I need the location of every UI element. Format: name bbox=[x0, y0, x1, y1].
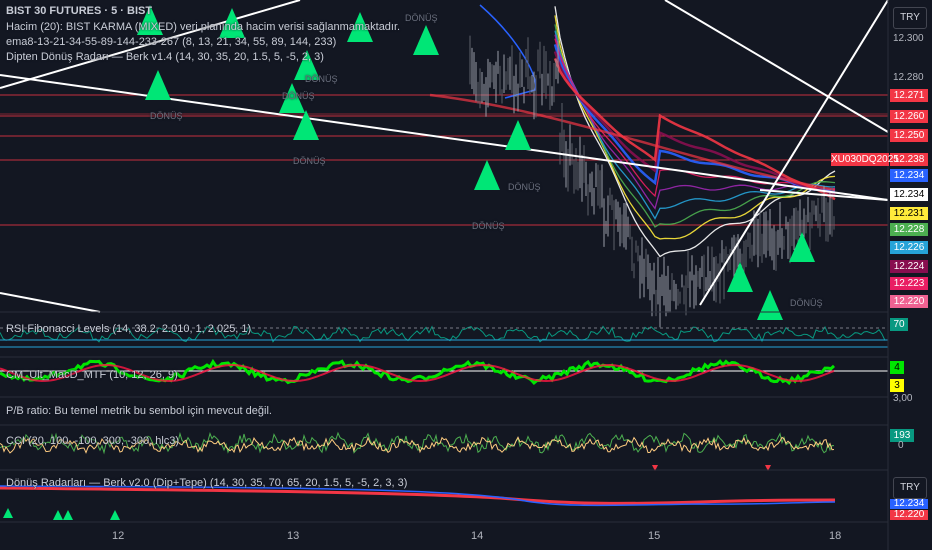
price-tag: 12.223 bbox=[890, 277, 928, 290]
buy-triangle-icon bbox=[789, 232, 815, 262]
ema-line bbox=[554, 30, 836, 220]
buy-triangle-icon bbox=[727, 262, 753, 292]
price-tag: 12.234 bbox=[890, 188, 928, 201]
legend-pb[interactable]: P/B ratio: Bu temel metrik bu sembol içi… bbox=[6, 405, 272, 418]
symbol-title[interactable]: BIST 30 FUTURES · 5 · BIST bbox=[6, 5, 152, 18]
time-axis-tick: 12 bbox=[112, 530, 125, 542]
buy-triangle-icon bbox=[145, 70, 171, 100]
indicator-panes bbox=[0, 325, 888, 520]
radar-triangle-icon bbox=[110, 510, 120, 520]
signal-label: DÖNÜŞ bbox=[282, 91, 315, 101]
price-tag: 12.220 bbox=[890, 295, 928, 308]
signal-label: DÖNÜŞ bbox=[472, 221, 505, 231]
price-axis-label: 12.280 bbox=[893, 72, 924, 83]
price-tag: 12.271 bbox=[890, 89, 928, 102]
trend-line bbox=[0, 74, 889, 201]
price-tag: 12.226 bbox=[890, 241, 928, 254]
legend-ema[interactable]: ema8-13-21-34-55-89-144-233-267 (8, 13, … bbox=[6, 36, 336, 49]
signal-label: DÖNÜŞ bbox=[293, 156, 326, 166]
ema-ribbon bbox=[429, 4, 836, 258]
legend-rsi[interactable]: RSI Fibonacci Levels (14, 38.2, 2.010, 1… bbox=[6, 323, 251, 336]
currency-button-lower[interactable]: TRY bbox=[893, 477, 927, 499]
legend-donus-radar[interactable]: Dönüş Radarları — Berk v2.0 (Dip+Tepe) (… bbox=[6, 477, 407, 490]
donus-value-tag: 12.220 bbox=[890, 510, 928, 520]
price-tag: 12.234 bbox=[890, 169, 928, 182]
currency-button[interactable]: TRY bbox=[893, 7, 927, 29]
rsi-value-tag: 70 bbox=[890, 318, 908, 331]
time-axis-tick: 15 bbox=[648, 530, 661, 542]
buy-triangle-icon bbox=[413, 25, 439, 55]
buy-triangle-icon bbox=[474, 160, 500, 190]
legend-volume[interactable]: Hacim (20): BIST KARMA (MIXED) veri plan… bbox=[6, 21, 400, 34]
price-tag: 12.260 bbox=[890, 110, 928, 123]
cci-axis-label: 0 bbox=[898, 440, 904, 451]
chart-canvas[interactable] bbox=[0, 0, 932, 550]
legend-dipten-donus[interactable]: Dipten Dönüş Radarı — Berk v1.4 (14, 30,… bbox=[6, 51, 324, 64]
trend-line bbox=[664, 0, 889, 133]
signal-label: DÖNÜŞ bbox=[150, 111, 183, 121]
price-axis-label: 12.300 bbox=[893, 33, 924, 44]
price-tag: 12.231 bbox=[890, 207, 928, 220]
ema-line bbox=[554, 15, 836, 240]
signal-label: DÖNÜŞ bbox=[790, 298, 823, 308]
time-axis-tick: 14 bbox=[471, 530, 484, 542]
signal-label: DÖNÜŞ bbox=[305, 74, 338, 84]
legend-macd[interactable]: CM_Ult_MacD_MTF (10, 12, 26, 9) bbox=[6, 369, 178, 382]
radar-triangle-icon bbox=[3, 508, 13, 518]
symbol-price-tag: XU030DQ2025 bbox=[831, 153, 899, 166]
buy-triangle-icon bbox=[505, 120, 531, 150]
macd-value-tag: 3 bbox=[890, 379, 904, 392]
donus-value-tag: 12.234 bbox=[890, 499, 928, 509]
time-axis-tick: 13 bbox=[287, 530, 300, 542]
legend-cci[interactable]: CCI (20, 100, -100, 300, -300, hlc3) bbox=[6, 435, 179, 448]
price-tag: 12.228 bbox=[890, 223, 928, 236]
signal-label: DÖNÜŞ bbox=[405, 13, 438, 23]
pb-axis-label: 3,00 bbox=[893, 393, 913, 404]
radar-red-line bbox=[0, 486, 836, 505]
price-axis-border bbox=[0, 0, 889, 550]
radar-triangle-icon bbox=[63, 510, 73, 520]
trend-line bbox=[0, 292, 101, 313]
macd-value-tag: 4 bbox=[890, 361, 904, 374]
radar-triangle-icon bbox=[53, 510, 63, 520]
price-tag: 12.224 bbox=[890, 260, 928, 273]
signal-label: DÖNÜŞ bbox=[508, 182, 541, 192]
buy-triangle-icon bbox=[757, 290, 783, 320]
price-tag: 12.250 bbox=[890, 129, 928, 142]
time-axis-tick: 18 bbox=[829, 530, 842, 542]
